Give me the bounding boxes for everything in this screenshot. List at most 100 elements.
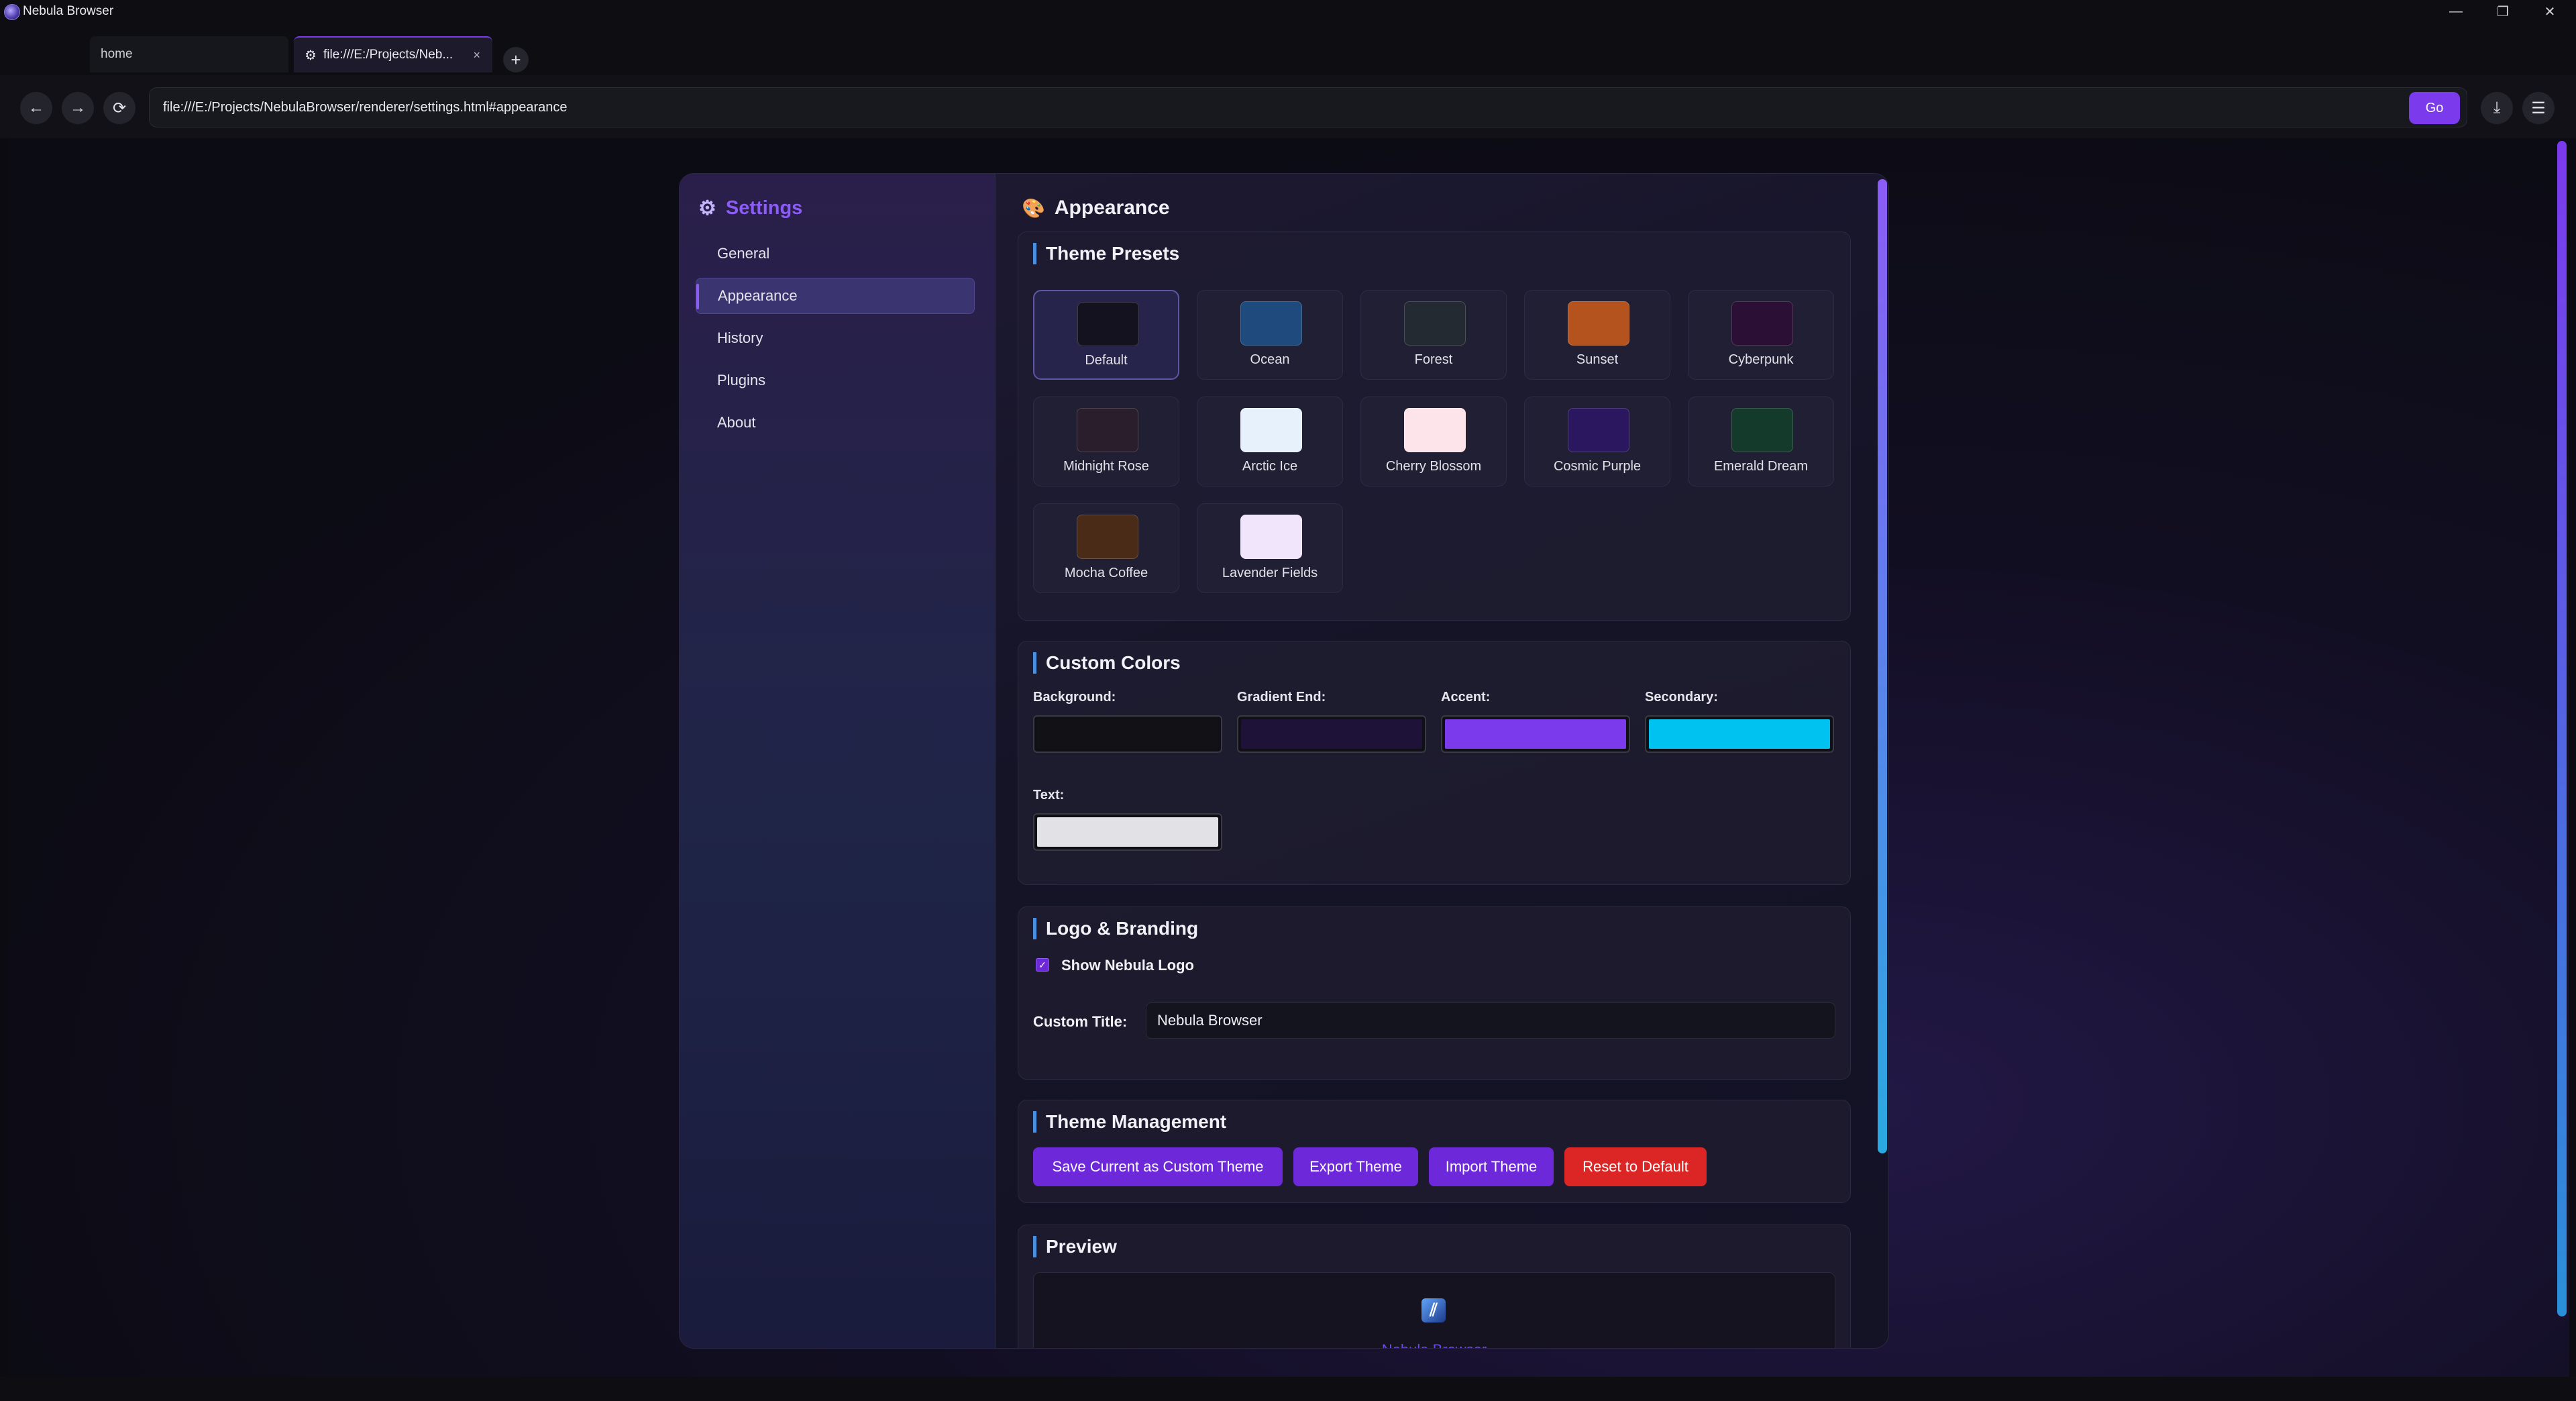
appearance-heading: 🎨 Appearance (1022, 197, 1170, 219)
settings-sidebar: ⚙ Settings General Appearance History Pl… (680, 174, 996, 1348)
preset-ocean[interactable]: Ocean (1197, 290, 1343, 380)
background-color-label: Background: (1033, 690, 1116, 705)
text-color-label: Text: (1033, 788, 1065, 802)
preset-label: Sunset (1576, 352, 1619, 367)
preview-section: Preview ⫽ Nebula Browser (1018, 1225, 1851, 1348)
accent-color-label: Accent: (1441, 690, 1491, 705)
preset-midnight-rose[interactable]: Midnight Rose (1033, 397, 1179, 486)
preset-label: Cyberpunk (1728, 352, 1794, 367)
settings-title: ⚙ Settings (698, 197, 802, 220)
preset-label: Ocean (1250, 352, 1290, 367)
preset-arctic-ice[interactable]: Arctic Ice (1197, 397, 1343, 486)
tab-label: home (101, 47, 133, 61)
download-icon[interactable]: ⤓ (2481, 92, 2513, 124)
restore-icon[interactable]: ❐ (2479, 0, 2526, 23)
import-theme-button[interactable]: Import Theme (1429, 1147, 1554, 1186)
new-tab-button[interactable]: + (503, 47, 529, 72)
preset-emerald-dream[interactable]: Emerald Dream (1688, 397, 1834, 486)
color-fill (1445, 719, 1626, 749)
preview-box: ⫽ Nebula Browser (1033, 1272, 1835, 1348)
tab-strip: home ⚙ file:///E:/Projects/Neb... × (0, 23, 2576, 75)
preset-swatch (1240, 408, 1302, 452)
export-theme-button[interactable]: Export Theme (1293, 1147, 1418, 1186)
preset-cosmic-purple[interactable]: Cosmic Purple (1524, 397, 1670, 486)
preset-default[interactable]: Default (1033, 290, 1179, 380)
preset-lavender-fields[interactable]: Lavender Fields (1197, 503, 1343, 593)
preset-label: Lavender Fields (1222, 566, 1318, 580)
theme-presets-section: Theme Presets Default Ocean Forest Sunse… (1018, 231, 1851, 621)
secondary-color-picker[interactable] (1645, 715, 1834, 753)
settings-panel: ⚙ Settings General Appearance History Pl… (679, 173, 1889, 1349)
go-button[interactable]: Go (2409, 92, 2460, 124)
preset-cherry-blossom[interactable]: Cherry Blossom (1360, 397, 1507, 486)
secondary-color-label: Secondary: (1645, 690, 1718, 705)
gear-icon: ⚙ (305, 48, 317, 63)
minimize-icon[interactable]: — (2432, 0, 2479, 23)
custom-title-label: Custom Title: (1033, 1013, 1128, 1030)
save-custom-theme-button[interactable]: Save Current as Custom Theme (1033, 1147, 1283, 1186)
appearance-title: Appearance (1054, 197, 1170, 219)
color-fill (1241, 719, 1422, 749)
custom-title-input[interactable] (1146, 1002, 1835, 1039)
forward-button[interactable]: → (62, 92, 94, 124)
reset-to-default-button[interactable]: Reset to Default (1564, 1147, 1707, 1186)
menu-icon[interactable]: ☰ (2522, 92, 2555, 124)
gradient-end-color-picker[interactable] (1237, 715, 1426, 753)
sidebar-item-appearance[interactable]: Appearance (696, 278, 975, 314)
preview-app-title: Nebula Browser (1034, 1341, 1835, 1348)
preset-label: Mocha Coffee (1064, 566, 1148, 580)
preset-swatch (1731, 301, 1793, 346)
content-scrollbar[interactable] (1878, 179, 1887, 1153)
sidebar-item-about[interactable]: About (696, 405, 975, 441)
preset-label: Arctic Ice (1242, 459, 1298, 474)
theme-management-section: Theme Management Save Current as Custom … (1018, 1100, 1851, 1203)
preset-label: Emerald Dream (1713, 459, 1809, 474)
sidebar-item-plugins[interactable]: Plugins (696, 362, 975, 399)
tab-label: file:///E:/Projects/Neb... (323, 48, 453, 62)
sidebar-item-history[interactable]: History (696, 320, 975, 356)
close-tab-icon[interactable]: × (473, 48, 480, 62)
preset-sunset[interactable]: Sunset (1524, 290, 1670, 380)
preset-swatch (1077, 302, 1139, 346)
reload-button[interactable]: ⟳ (103, 92, 136, 124)
preset-cyberpunk[interactable]: Cyberpunk (1688, 290, 1834, 380)
tab-home[interactable]: home (90, 36, 288, 72)
preset-swatch (1404, 408, 1466, 452)
preset-swatch (1568, 301, 1629, 346)
sidebar-item-general[interactable]: General (696, 236, 975, 272)
section-title: Theme Management (1033, 1111, 1226, 1133)
gear-icon: ⚙ (698, 197, 716, 219)
preset-swatch (1404, 301, 1466, 346)
color-fill (1037, 817, 1218, 847)
preset-swatch (1240, 515, 1302, 559)
close-window-icon[interactable]: ✕ (2526, 0, 2573, 23)
preset-swatch (1568, 408, 1629, 452)
preset-label: Cherry Blossom (1385, 459, 1482, 474)
navigation-bar: ← → ⟳ Go ⤓ ☰ (0, 75, 2576, 138)
page-scrollbar[interactable] (2557, 141, 2567, 1316)
section-title: Custom Colors (1033, 652, 1181, 674)
preset-label: Forest (1414, 352, 1453, 367)
window-title-bar: Nebula Browser — ❐ ✕ (0, 0, 2576, 23)
show-logo-checkbox[interactable]: ✓ (1036, 958, 1049, 972)
url-input[interactable] (149, 87, 2467, 127)
palette-icon: 🎨 (1022, 197, 1045, 219)
preset-forest[interactable]: Forest (1360, 290, 1507, 380)
accent-color-picker[interactable] (1441, 715, 1630, 753)
preset-label: Cosmic Purple (1553, 459, 1642, 474)
preset-mocha-coffee[interactable]: Mocha Coffee (1033, 503, 1179, 593)
gradient-end-color-label: Gradient End: (1237, 690, 1326, 705)
tab-settings[interactable]: ⚙ file:///E:/Projects/Neb... × (294, 36, 492, 72)
nebula-logo-icon: ⫽ (1421, 1298, 1446, 1322)
text-color-picker[interactable] (1033, 813, 1222, 851)
preset-swatch (1731, 408, 1793, 452)
preset-label: Midnight Rose (1063, 459, 1149, 474)
back-button[interactable]: ← (20, 92, 52, 124)
background-color-picker[interactable] (1033, 715, 1222, 753)
settings-title-label: Settings (725, 197, 803, 219)
custom-colors-section: Custom Colors Background: Gradient End: … (1018, 641, 1851, 885)
window-bottom-edge (0, 1377, 2576, 1401)
preset-label: Default (1085, 353, 1128, 368)
color-fill (1649, 719, 1830, 749)
preset-swatch (1240, 301, 1302, 346)
